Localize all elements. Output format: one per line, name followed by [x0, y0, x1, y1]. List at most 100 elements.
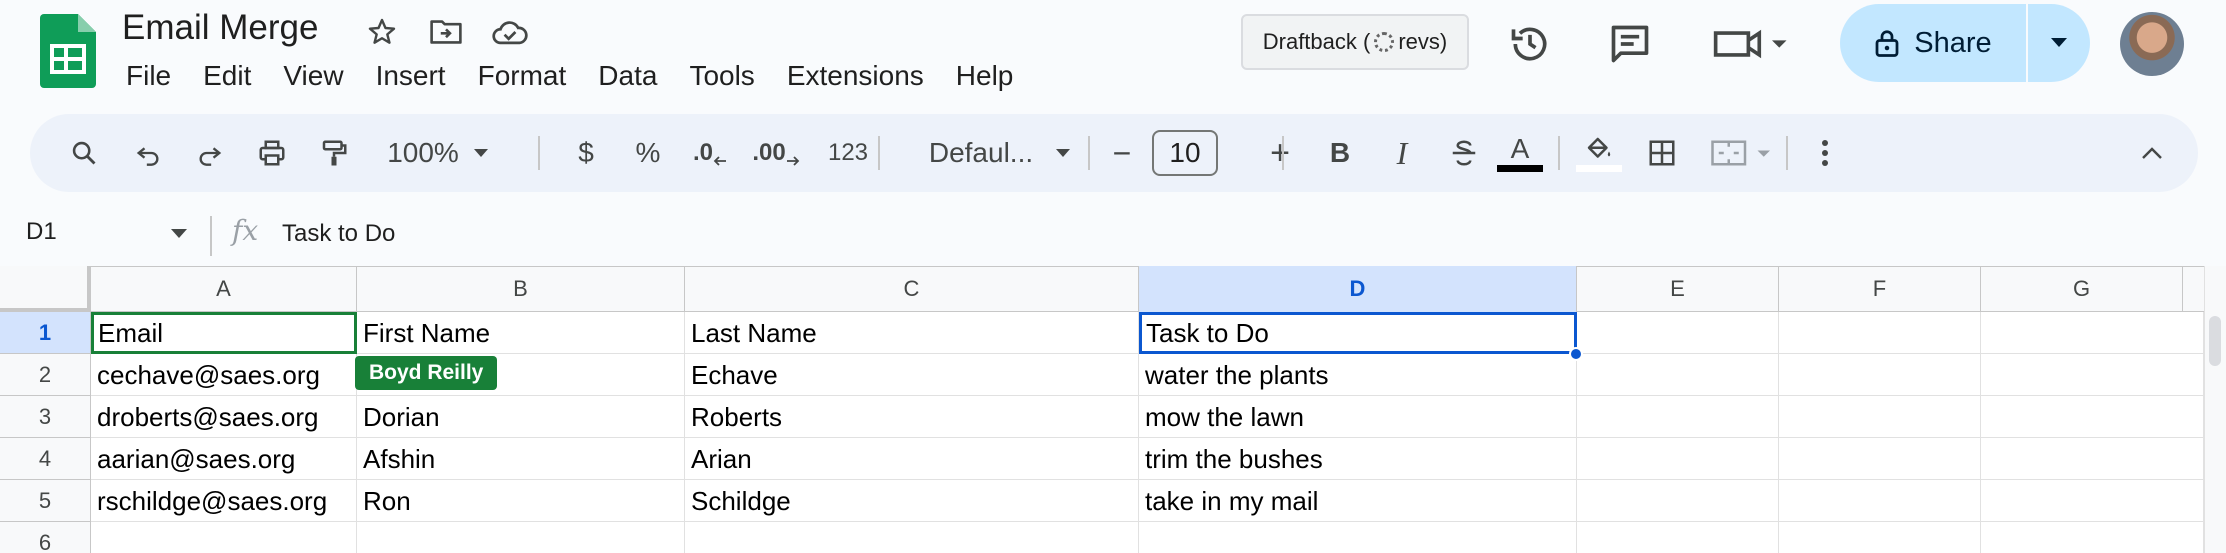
- percent-format-button[interactable]: %: [628, 114, 668, 192]
- row-header-3[interactable]: 3: [0, 396, 91, 438]
- row-header-1[interactable]: 1: [0, 312, 91, 354]
- italic-button[interactable]: I: [1382, 114, 1422, 192]
- document-title[interactable]: Email Merge: [122, 6, 318, 50]
- increase-font-size-button[interactable]: +: [1260, 114, 1300, 192]
- cell-d6[interactable]: [1139, 522, 1577, 553]
- cell-f4[interactable]: [1779, 438, 1981, 480]
- column-header-a[interactable]: A: [91, 266, 357, 312]
- menu-format[interactable]: Format: [462, 54, 583, 98]
- cell-f2[interactable]: [1779, 354, 1981, 396]
- menu-help[interactable]: Help: [940, 54, 1030, 98]
- strikethrough-icon[interactable]: [1444, 114, 1484, 192]
- sheets-logo-icon[interactable]: [40, 14, 96, 88]
- meet-camera-icon[interactable]: [1712, 20, 1792, 68]
- cell-a3[interactable]: droberts@saes.org: [91, 396, 357, 438]
- row-header-6[interactable]: 6: [0, 522, 91, 553]
- bold-button[interactable]: B: [1320, 114, 1360, 192]
- cloud-saved-icon[interactable]: [490, 12, 530, 52]
- cell-b4[interactable]: Afshin: [357, 438, 685, 480]
- share-button[interactable]: Share: [1840, 4, 2026, 82]
- cell-d1[interactable]: Task to Do: [1139, 312, 1577, 354]
- cell-c4[interactable]: Arian: [685, 438, 1139, 480]
- cell-d5[interactable]: take in my mail: [1139, 480, 1577, 522]
- cell-b6[interactable]: [357, 522, 685, 553]
- more-options-icon[interactable]: [1810, 114, 1840, 192]
- cell-g3[interactable]: [1981, 396, 2204, 438]
- cell-f1[interactable]: [1779, 312, 1981, 354]
- name-box[interactable]: D1: [26, 218, 57, 246]
- font-size-input[interactable]: 10: [1152, 130, 1218, 176]
- fill-handle[interactable]: [1569, 347, 1583, 361]
- cell-b1[interactable]: First Name: [357, 312, 685, 354]
- column-header-c[interactable]: C: [685, 266, 1139, 312]
- cell-c6[interactable]: [685, 522, 1139, 553]
- text-color-button[interactable]: A: [1496, 114, 1544, 192]
- menu-insert[interactable]: Insert: [360, 54, 462, 98]
- column-header-d[interactable]: D: [1139, 266, 1577, 312]
- decrease-decimal-button[interactable]: .0: [684, 114, 736, 192]
- cell-f3[interactable]: [1779, 396, 1981, 438]
- menu-data[interactable]: Data: [582, 54, 673, 98]
- cell-c1[interactable]: Last Name: [685, 312, 1139, 354]
- cell-e3[interactable]: [1577, 396, 1779, 438]
- column-header-b[interactable]: B: [357, 266, 685, 312]
- cell-e6[interactable]: [1577, 522, 1779, 553]
- undo-icon[interactable]: [128, 114, 168, 192]
- paint-format-icon[interactable]: [314, 114, 354, 192]
- cell-c3[interactable]: Roberts: [685, 396, 1139, 438]
- cell-f5[interactable]: [1779, 480, 1981, 522]
- cell-e1[interactable]: [1577, 312, 1779, 354]
- row-header-2[interactable]: 2: [0, 354, 91, 396]
- column-header-f[interactable]: F: [1779, 266, 1981, 312]
- cell-a6[interactable]: [91, 522, 357, 553]
- cell-g4[interactable]: [1981, 438, 2204, 480]
- cell-b3[interactable]: Dorian: [357, 396, 685, 438]
- cell-a2[interactable]: cechave@saes.org: [91, 354, 357, 396]
- fill-color-button[interactable]: [1576, 114, 1622, 192]
- version-history-icon[interactable]: [1506, 20, 1554, 68]
- number-format-button[interactable]: 123: [820, 114, 876, 192]
- currency-format-button[interactable]: $: [566, 114, 606, 192]
- select-all-corner[interactable]: [0, 266, 91, 312]
- cell-e4[interactable]: [1577, 438, 1779, 480]
- search-menus-icon[interactable]: [64, 114, 104, 192]
- formula-input[interactable]: Task to Do: [282, 220, 395, 248]
- cell-g6[interactable]: [1981, 522, 2204, 553]
- font-family-select[interactable]: Defaul...: [900, 114, 1100, 192]
- redo-icon[interactable]: [190, 114, 230, 192]
- cell-g2[interactable]: [1981, 354, 2204, 396]
- print-icon[interactable]: [252, 114, 292, 192]
- zoom-select[interactable]: 100%: [380, 114, 496, 192]
- cell-d2[interactable]: water the plants: [1139, 354, 1577, 396]
- move-folder-icon[interactable]: [426, 12, 466, 52]
- comments-icon[interactable]: [1606, 20, 1654, 68]
- menu-extensions[interactable]: Extensions: [771, 54, 940, 98]
- star-icon[interactable]: [362, 12, 402, 52]
- avatar[interactable]: [2120, 12, 2184, 76]
- cell-e2[interactable]: [1577, 354, 1779, 396]
- cell-c5[interactable]: Schildge: [685, 480, 1139, 522]
- vertical-scrollbar[interactable]: [2204, 266, 2226, 553]
- decrease-font-size-button[interactable]: −: [1102, 114, 1142, 192]
- column-header-e[interactable]: E: [1577, 266, 1779, 312]
- cell-d4[interactable]: trim the bushes: [1139, 438, 1577, 480]
- cell-e5[interactable]: [1577, 480, 1779, 522]
- cell-c2[interactable]: Echave: [685, 354, 1139, 396]
- menu-tools[interactable]: Tools: [673, 54, 770, 98]
- row-header-5[interactable]: 5: [0, 480, 91, 522]
- menu-edit[interactable]: Edit: [187, 54, 267, 98]
- share-dropdown-button[interactable]: [2028, 4, 2090, 82]
- collapse-toolbar-icon[interactable]: [2132, 114, 2172, 192]
- cell-a4[interactable]: aarian@saes.org: [91, 438, 357, 480]
- cell-f6[interactable]: [1779, 522, 1981, 553]
- cell-a5[interactable]: rschildge@saes.org: [91, 480, 357, 522]
- chevron-down-icon[interactable]: [170, 228, 188, 240]
- menu-file[interactable]: File: [110, 54, 187, 98]
- merge-cells-icon[interactable]: [1710, 114, 1780, 192]
- increase-decimal-button[interactable]: .00: [746, 114, 806, 192]
- cell-b5[interactable]: Ron: [357, 480, 685, 522]
- cell-g1[interactable]: [1981, 312, 2204, 354]
- cell-g5[interactable]: [1981, 480, 2204, 522]
- menu-view[interactable]: View: [267, 54, 359, 98]
- scrollbar-thumb[interactable]: [2209, 316, 2221, 366]
